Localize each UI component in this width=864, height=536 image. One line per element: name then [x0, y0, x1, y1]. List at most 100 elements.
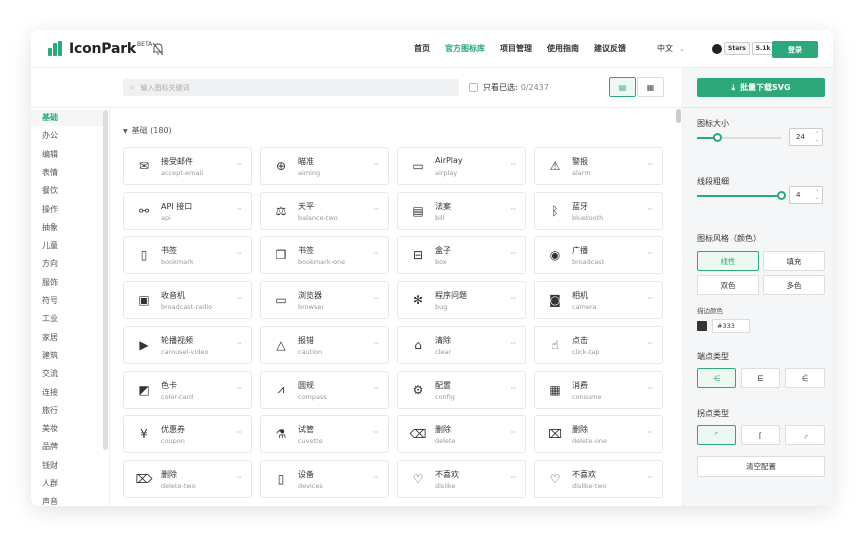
more-options-icon[interactable]: ···	[373, 160, 379, 169]
icon-card[interactable]: ⚗ 试管 cuvette ···	[260, 415, 389, 454]
nav-item[interactable]: 首页	[414, 43, 430, 54]
size-slider-handle[interactable]	[712, 133, 722, 142]
more-options-icon[interactable]: ···	[236, 473, 242, 482]
endpoint-square-button[interactable]: ⋵	[785, 368, 825, 388]
stroke-color-picker[interactable]: #333	[697, 319, 750, 333]
sidebar-category-item[interactable]: 声音	[42, 496, 58, 506]
more-options-icon[interactable]: ···	[647, 473, 653, 482]
language-select[interactable]: 中文 ⌄	[657, 43, 685, 54]
sidebar-category-item[interactable]: 表情	[42, 167, 58, 178]
sidebar-category-item[interactable]: 钱财	[42, 460, 58, 471]
size-slider[interactable]	[697, 133, 781, 142]
more-options-icon[interactable]: ···	[373, 339, 379, 348]
sidebar-category-item[interactable]: 家居	[42, 332, 58, 343]
icon-card[interactable]: ❒ 书签 bookmark-one ···	[260, 236, 389, 275]
stepper-arrows-icon[interactable]: ⌃ ⌄	[815, 189, 819, 201]
corner-bevel-button[interactable]: ⌌	[785, 425, 825, 445]
icon-card[interactable]: ◩ 色卡 color-card ···	[123, 370, 252, 409]
icon-card[interactable]: ⩘ 圆规 compass ···	[260, 370, 389, 409]
nav-item[interactable]: 项目管理	[500, 43, 532, 54]
icon-card[interactable]: ▭ AirPlay airplay ···	[397, 147, 526, 185]
logo[interactable]: IconPark BETA	[48, 40, 152, 57]
sidebar-category-item[interactable]: 建筑	[42, 350, 58, 361]
more-options-icon[interactable]: ···	[510, 205, 516, 214]
list-view-button[interactable]: ▤	[609, 77, 636, 97]
more-options-icon[interactable]: ···	[647, 384, 653, 393]
more-options-icon[interactable]: ···	[236, 428, 242, 437]
icon-card[interactable]: ⌂ 清除 clear ···	[397, 325, 526, 364]
sidebar-category-item[interactable]: 编辑	[42, 149, 58, 160]
color-swatch[interactable]	[697, 321, 707, 331]
sidebar-category-item[interactable]: 办公	[42, 130, 58, 141]
more-options-icon[interactable]: ···	[373, 384, 379, 393]
search-input[interactable]: ⌕ 输入图标关键词	[123, 79, 459, 96]
more-options-icon[interactable]: ···	[236, 160, 242, 169]
icon-card[interactable]: ⚠ 警报 alarm ···	[534, 147, 663, 185]
sidebar-category-item[interactable]: 连接	[42, 387, 58, 398]
nav-item[interactable]: 使用指南	[547, 43, 579, 54]
stroke-slider-handle[interactable]	[776, 191, 786, 200]
more-options-icon[interactable]: ···	[510, 473, 516, 482]
more-options-icon[interactable]: ···	[373, 205, 379, 214]
section-title[interactable]: ▼ 基础 (180)	[123, 125, 172, 136]
icon-card[interactable]: ▤ 法案 bill ···	[397, 191, 526, 230]
icon-card[interactable]: ▶ 轮播视频 carousel-video ···	[123, 325, 252, 364]
more-options-icon[interactable]: ···	[373, 249, 379, 258]
sidebar-scrollbar[interactable]	[103, 110, 108, 450]
corner-miter-button[interactable]: ⌈	[741, 425, 780, 445]
icon-card[interactable]: ⌦ 删除 delete-two ···	[123, 459, 252, 498]
more-options-icon[interactable]: ···	[510, 160, 516, 169]
more-options-icon[interactable]: ···	[510, 249, 516, 258]
corner-round-button[interactable]: ⌜	[697, 425, 736, 445]
icon-card[interactable]: ♡ 不喜欢 dislike-two ···	[534, 459, 663, 498]
icon-card[interactable]: ⚙ 配置 config ···	[397, 370, 526, 409]
only-selected-toggle[interactable]: 只看已选: 0/2437	[469, 82, 549, 93]
grid-view-button[interactable]: ▦	[637, 77, 664, 97]
icon-card[interactable]: ✉ 接受邮件 accept-email ···	[123, 147, 252, 185]
more-options-icon[interactable]: ···	[510, 384, 516, 393]
sidebar-category-item[interactable]: 交流	[42, 368, 58, 379]
icon-card[interactable]: ▯ 设备 devices ···	[260, 459, 389, 498]
nav-item[interactable]: 建议反馈	[594, 43, 626, 54]
sidebar-category-item[interactable]: 工业	[42, 313, 58, 324]
sidebar-category-item[interactable]: 美妆	[42, 423, 58, 434]
sidebar-category-item[interactable]: 符号	[42, 295, 58, 306]
more-options-icon[interactable]: ···	[647, 339, 653, 348]
only-selected-checkbox[interactable]	[469, 83, 478, 92]
more-options-icon[interactable]: ···	[236, 384, 242, 393]
sidebar-category-item[interactable]: 人群	[42, 478, 58, 489]
style-option-multi-color[interactable]: 多色	[763, 275, 825, 295]
more-options-icon[interactable]: ···	[373, 294, 379, 303]
sidebar-category-item[interactable]: 抽象	[42, 222, 58, 233]
more-options-icon[interactable]: ···	[236, 294, 242, 303]
icon-card[interactable]: ᛒ 蓝牙 bluetooth ···	[534, 191, 663, 230]
size-stepper[interactable]: 24 ⌃ ⌄	[789, 128, 823, 146]
bell-icon[interactable]	[152, 42, 164, 56]
icon-card[interactable]: ⚯ API 接口 api ···	[123, 191, 252, 230]
icon-card[interactable]: ☝ 点击 click-tap ···	[534, 325, 663, 364]
more-options-icon[interactable]: ···	[647, 160, 653, 169]
sidebar-category-item[interactable]: 餐饮	[42, 185, 58, 196]
sidebar-category-item[interactable]: 方向	[42, 258, 58, 269]
more-options-icon[interactable]: ···	[647, 249, 653, 258]
github-stars[interactable]: Stars 5.1k	[712, 42, 775, 55]
style-option-filled[interactable]: 填充	[763, 251, 825, 271]
main-scrollbar[interactable]	[676, 109, 681, 123]
icon-card[interactable]: ¥ 优惠券 coupon ···	[123, 415, 252, 454]
nav-item[interactable]: 官方图标库	[445, 43, 485, 54]
more-options-icon[interactable]: ···	[373, 473, 379, 482]
reset-config-button[interactable]: 清空配置	[697, 456, 825, 477]
icon-card[interactable]: ⌧ 删除 delete-one ···	[534, 415, 663, 454]
icon-card[interactable]: ✻ 程序问题 bug ···	[397, 281, 526, 320]
download-svg-button[interactable]: ⤓ 批量下载SVG	[697, 78, 825, 97]
login-button[interactable]: 登录	[772, 41, 818, 58]
stroke-stepper[interactable]: 4 ⌃ ⌄	[789, 186, 823, 204]
more-options-icon[interactable]: ···	[647, 294, 653, 303]
icon-card[interactable]: ▭ 浏览器 browser ···	[260, 281, 389, 320]
stepper-arrows-icon[interactable]: ⌃ ⌄	[815, 131, 819, 143]
icon-card[interactable]: ▦ 消费 consume ···	[534, 370, 663, 409]
more-options-icon[interactable]: ···	[510, 294, 516, 303]
icon-card[interactable]: ◉ 广播 broadcast ···	[534, 236, 663, 275]
stroke-slider[interactable]	[697, 191, 786, 200]
sidebar-category-item[interactable]: 操作	[42, 204, 58, 215]
